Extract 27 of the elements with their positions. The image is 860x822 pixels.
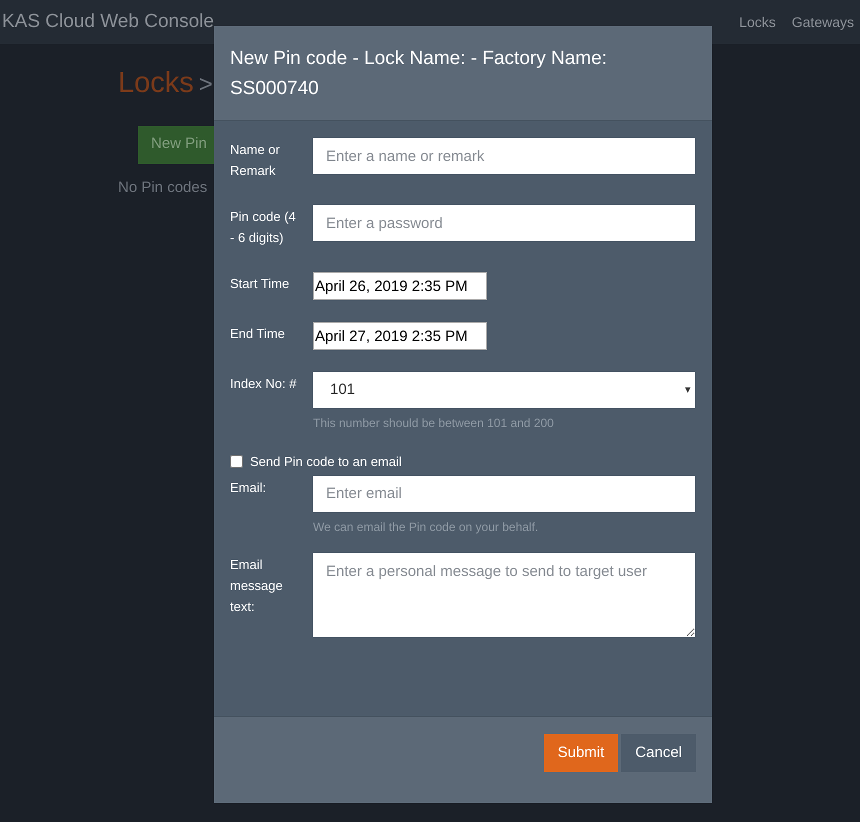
brand-title[interactable]: KAS Cloud Web Console — [0, 8, 214, 36]
input-field[interactable]: Enter a name or remark — [313, 138, 695, 174]
field-label: Pin code (4 - 6 digits) — [230, 208, 297, 247]
help-text: We can email the Pin code on your behalf. — [313, 518, 540, 536]
cancel-button[interactable]: Cancel — [621, 734, 696, 772]
field-label: Index No: # — [230, 375, 298, 393]
checkbox-label: Send Pin code to an email — [250, 453, 402, 471]
input-field[interactable]: Enter email — [313, 476, 695, 512]
email-checkbox[interactable] — [230, 455, 243, 468]
field-label: Email message text: — [230, 556, 284, 616]
caret-icon: ▾ — [685, 382, 691, 398]
field-label: Email: — [230, 478, 268, 496]
nav-link[interactable]: Locks — [739, 12, 776, 32]
submit-button[interactable]: Submit — [544, 734, 618, 772]
empty-message: No Pin codes — [118, 178, 208, 196]
breadcrumb-separator: > — [198, 70, 213, 100]
modal-title: New Pin code - Lock Name: - Factory Name: SS000740 — [230, 47, 608, 101]
field-label: Start Time — [230, 275, 290, 293]
date-field[interactable]: April 27, 2019 2:35 PM — [313, 322, 487, 350]
input-field[interactable]: Enter a password — [313, 205, 695, 241]
dropdown[interactable]: 101 ▾ — [313, 372, 695, 408]
message-field[interactable]: Enter a personal message to send to target user — [313, 552, 695, 636]
nav-link[interactable]: Gateways — [792, 12, 854, 32]
page-heading: Locks — [118, 66, 194, 101]
date-field[interactable]: April 26, 2019 2:35 PM — [313, 272, 487, 300]
field-label: End Time — [230, 325, 286, 343]
help-text: This number should be between 101 and 200 — [313, 415, 555, 432]
